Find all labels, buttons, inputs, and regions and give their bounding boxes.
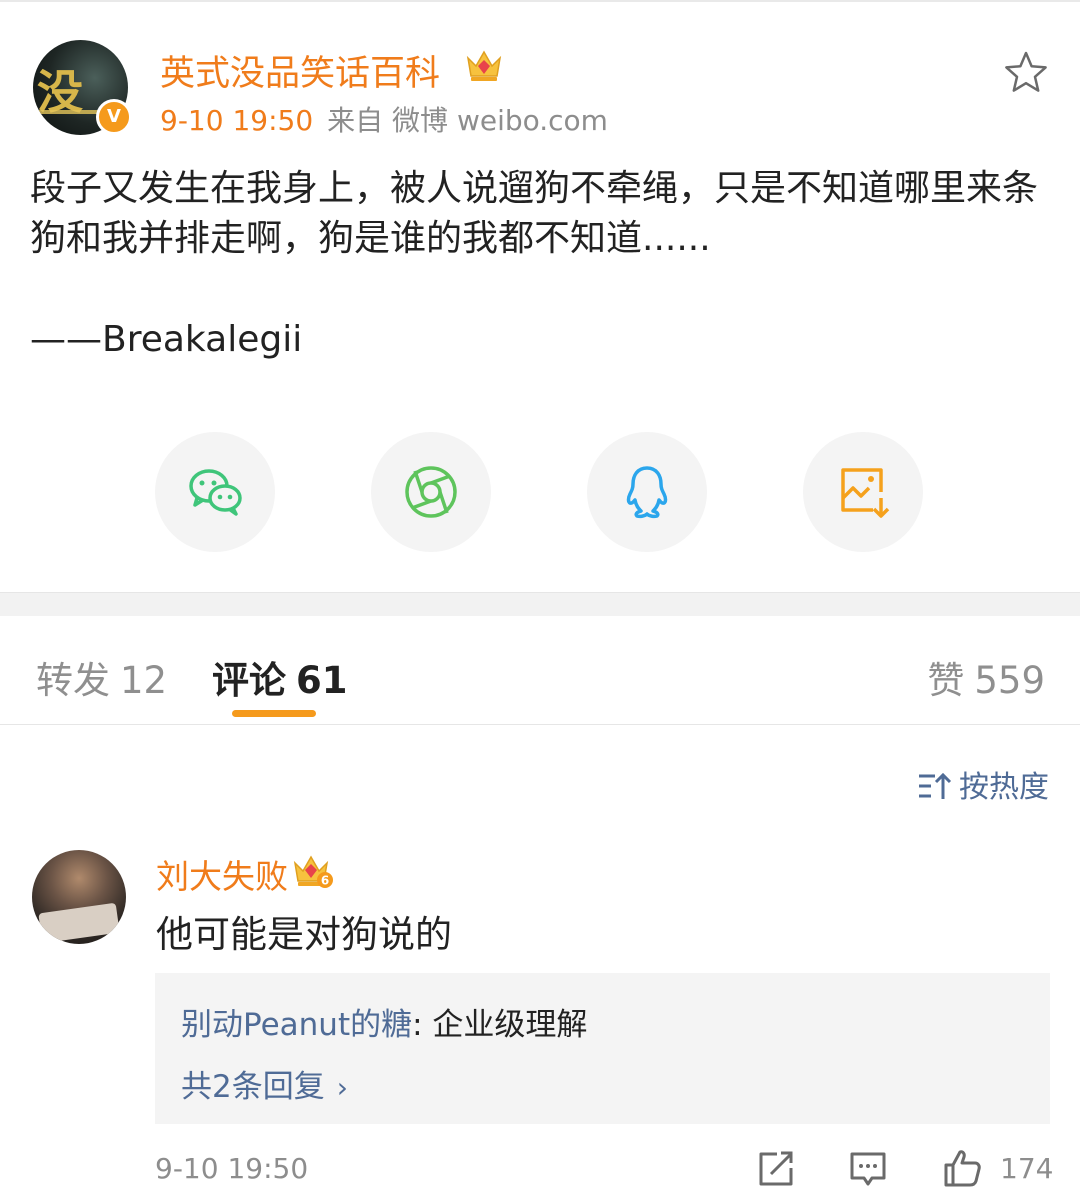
tab-likes[interactable]: 赞 559 — [927, 650, 1045, 704]
comment-time: 9-10 19:50 — [155, 1152, 309, 1185]
comment-icon[interactable] — [848, 1148, 888, 1188]
moments-icon — [405, 466, 457, 518]
qq-icon — [626, 466, 668, 519]
share-wechat-button[interactable] — [155, 432, 275, 552]
active-tab-indicator — [232, 710, 316, 717]
repost-icon[interactable] — [755, 1148, 795, 1188]
sort-icon — [919, 772, 952, 799]
wechat-icon — [189, 469, 242, 516]
share-moments-button[interactable] — [371, 432, 491, 552]
share-qq-button[interactable] — [587, 432, 707, 552]
member-crown-icon[interactable]: 6 — [292, 851, 334, 889]
commenter-name[interactable]: 刘大失败 — [156, 850, 288, 898]
avatar-decoration — [38, 902, 120, 944]
save-image-icon — [841, 468, 890, 518]
replies-preview[interactable]: 别动Peanut的糖: 企业级理解 共2条回复 › — [155, 973, 1050, 1124]
chevron-right-icon: › — [336, 1071, 348, 1104]
reply-item: 别动Peanut的糖: 企业级理解 — [181, 999, 587, 1044]
post-meta: 9-10 19:50 来自 微博 weibo.com — [160, 99, 608, 139]
post-signature: ——Breakalegii — [30, 319, 303, 360]
comment-text: 他可能是对狗说的 — [156, 913, 452, 956]
favorite-star-icon[interactable] — [1004, 50, 1048, 94]
tab-reposts-count: 12 — [120, 659, 168, 702]
save-image-button[interactable] — [803, 432, 923, 552]
tab-likes-count: 559 — [974, 659, 1045, 702]
sort-by-hot-button[interactable]: 按热度 — [917, 762, 1049, 806]
top-divider — [0, 0, 1080, 2]
reply-text: : 企业级理解 — [412, 1007, 588, 1043]
view-all-replies-link[interactable]: 共2条回复 › — [181, 1061, 348, 1106]
section-separator — [0, 592, 1080, 616]
tab-comments-label: 评论 — [212, 659, 286, 702]
tab-reposts-label: 转发 — [36, 659, 110, 702]
post-text: 段子又发生在我身上，被人说遛狗不牵绳，只是不知道哪里来条狗和我并排走啊，狗是谁的… — [30, 168, 1039, 259]
tab-comments-count: 61 — [296, 659, 348, 702]
thumbs-up-icon[interactable] — [942, 1148, 982, 1188]
sort-label: 按热度 — [959, 770, 1049, 805]
tab-reposts[interactable]: 转发 12 — [36, 650, 167, 704]
tab-comments[interactable]: 评论 61 — [212, 650, 348, 704]
crown-icon[interactable] — [464, 46, 504, 84]
view-all-replies-label: 共2条回复 — [181, 1069, 325, 1105]
like-count: 174 — [1000, 1152, 1054, 1185]
commenter-avatar[interactable] — [32, 850, 126, 944]
tab-likes-label: 赞 — [927, 659, 965, 702]
reply-author[interactable]: 别动Peanut的糖 — [181, 1007, 412, 1043]
author-name[interactable]: 英式没品笑话百科 — [160, 45, 440, 96]
post-body: 段子又发生在我身上，被人说遛狗不牵绳，只是不知道哪里来条狗和我并排走啊，狗是谁的… — [30, 164, 1050, 264]
post-time: 9-10 19:50 — [160, 104, 314, 137]
member-level: 6 — [321, 874, 329, 888]
tabs-divider — [0, 724, 1080, 725]
post-source: 来自 微博 weibo.com — [327, 104, 608, 137]
verified-badge-icon: V — [96, 99, 132, 135]
